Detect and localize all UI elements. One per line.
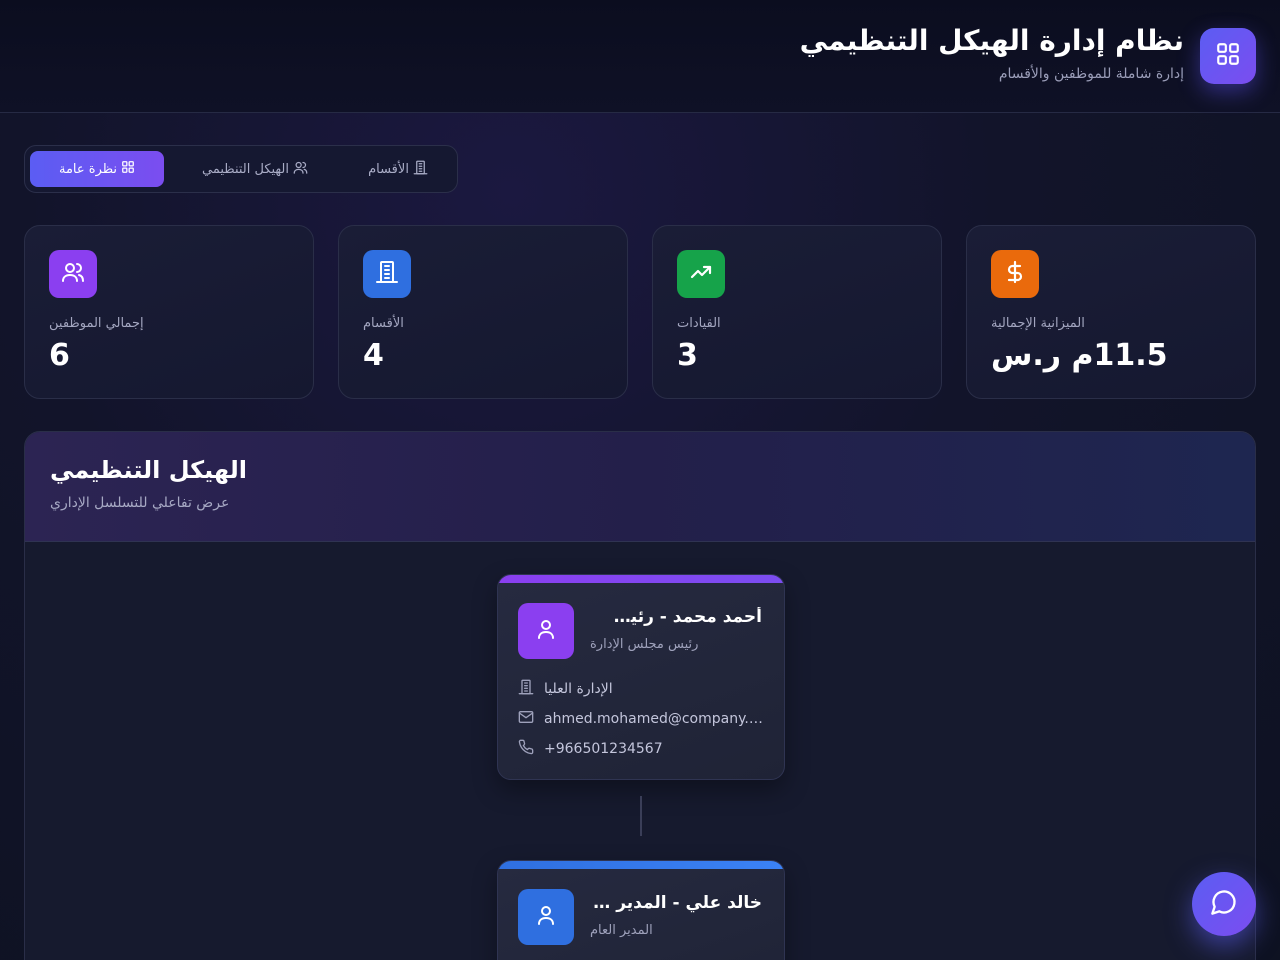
employee-department: الإدارة العليا bbox=[544, 681, 613, 697]
card-accent-bar bbox=[498, 575, 784, 583]
org-structure-panel: الهيكل التنظيمي عرض تفاعلي للتسلسل الإدا… bbox=[24, 431, 1256, 960]
employee-role: رئيس مجلس الإدارة bbox=[590, 637, 699, 652]
org-panel-subtitle: عرض تفاعلي للتسلسل الإداري bbox=[50, 495, 230, 511]
building-icon bbox=[413, 160, 428, 179]
org-panel-header: الهيكل التنظيمي عرض تفاعلي للتسلسل الإدا… bbox=[25, 432, 1255, 542]
stat-card-leaders: القيادات 3 bbox=[652, 225, 942, 399]
stat-card-budget: الميزانية الإجمالية 11.5م ر.س bbox=[966, 225, 1256, 399]
chat-button[interactable] bbox=[1192, 872, 1256, 936]
view-tabs: نظرة عامة الهيكل التنظيمي الأقسام bbox=[24, 145, 458, 193]
employee-email[interactable]: ahmed.mohamed@company.com bbox=[544, 711, 764, 727]
employee-card-chairman[interactable]: أحمد محمد - رئيس مجلس الإدارة رئيس مجلس … bbox=[497, 574, 785, 780]
stat-value: 3 bbox=[677, 338, 698, 373]
employee-email-row: ahmed.mohamed@company.com bbox=[518, 709, 764, 729]
stat-icon-departments bbox=[363, 250, 411, 298]
stat-icon-employees bbox=[49, 250, 97, 298]
user-icon bbox=[534, 617, 558, 645]
stat-label: الميزانية الإجمالية bbox=[991, 316, 1085, 331]
org-panel-title: الهيكل التنظيمي bbox=[50, 456, 247, 484]
employee-name: خالد علي - المدير العام bbox=[590, 893, 762, 913]
tab-departments-label: الأقسام bbox=[368, 161, 409, 177]
stat-icon-leaders bbox=[677, 250, 725, 298]
employee-department-row: الإدارة العليا bbox=[518, 679, 613, 699]
dollar-icon bbox=[1003, 260, 1027, 288]
tab-org-structure[interactable]: الهيكل التنظيمي bbox=[173, 151, 337, 187]
stat-label: الأقسام bbox=[363, 316, 404, 331]
employee-name: أحمد محمد - رئيس مجلس الإدارة bbox=[590, 607, 762, 627]
employee-role: المدير العام bbox=[590, 923, 653, 938]
app-subtitle: إدارة شاملة للموظفين والأقسام bbox=[998, 66, 1184, 82]
stat-icon-budget bbox=[991, 250, 1039, 298]
stat-card-departments: الأقسام 4 bbox=[338, 225, 628, 399]
tab-org-structure-label: الهيكل التنظيمي bbox=[202, 161, 290, 177]
stat-card-employees: إجمالي الموظفين 6 bbox=[24, 225, 314, 399]
phone-icon bbox=[518, 739, 534, 759]
stat-value: 11.5م ر.س bbox=[991, 338, 1168, 373]
stat-value: 6 bbox=[49, 338, 70, 373]
stat-label: إجمالي الموظفين bbox=[49, 316, 144, 331]
app-header: نظام إدارة الهيكل التنظيمي إدارة شاملة ل… bbox=[0, 0, 1280, 113]
tab-overview-label: نظرة عامة bbox=[58, 161, 118, 177]
tab-overview[interactable]: نظرة عامة bbox=[30, 151, 164, 187]
users-icon bbox=[293, 160, 308, 179]
employee-card-general-manager[interactable]: خالد علي - المدير العام المدير العام bbox=[497, 860, 785, 960]
stat-value: 4 bbox=[363, 338, 384, 373]
card-accent-bar bbox=[498, 861, 784, 869]
avatar bbox=[518, 889, 574, 945]
building-icon bbox=[518, 679, 534, 699]
stat-label: القيادات bbox=[677, 316, 721, 331]
tab-departments[interactable]: الأقسام bbox=[343, 151, 453, 187]
building-icon bbox=[375, 260, 399, 288]
trending-up-icon bbox=[689, 260, 713, 288]
employee-phone-row: +966501234567 bbox=[518, 739, 663, 759]
chat-icon bbox=[1210, 888, 1238, 920]
user-icon bbox=[534, 903, 558, 931]
app-logo bbox=[1200, 28, 1256, 84]
app-title: نظام إدارة الهيكل التنظيمي bbox=[799, 24, 1184, 57]
mail-icon bbox=[518, 709, 534, 729]
employee-phone[interactable]: +966501234567 bbox=[544, 741, 663, 757]
hierarchy-connector bbox=[640, 796, 642, 836]
grid-icon bbox=[1215, 41, 1241, 71]
users-icon bbox=[61, 260, 85, 288]
grid-icon bbox=[121, 160, 135, 178]
avatar bbox=[518, 603, 574, 659]
